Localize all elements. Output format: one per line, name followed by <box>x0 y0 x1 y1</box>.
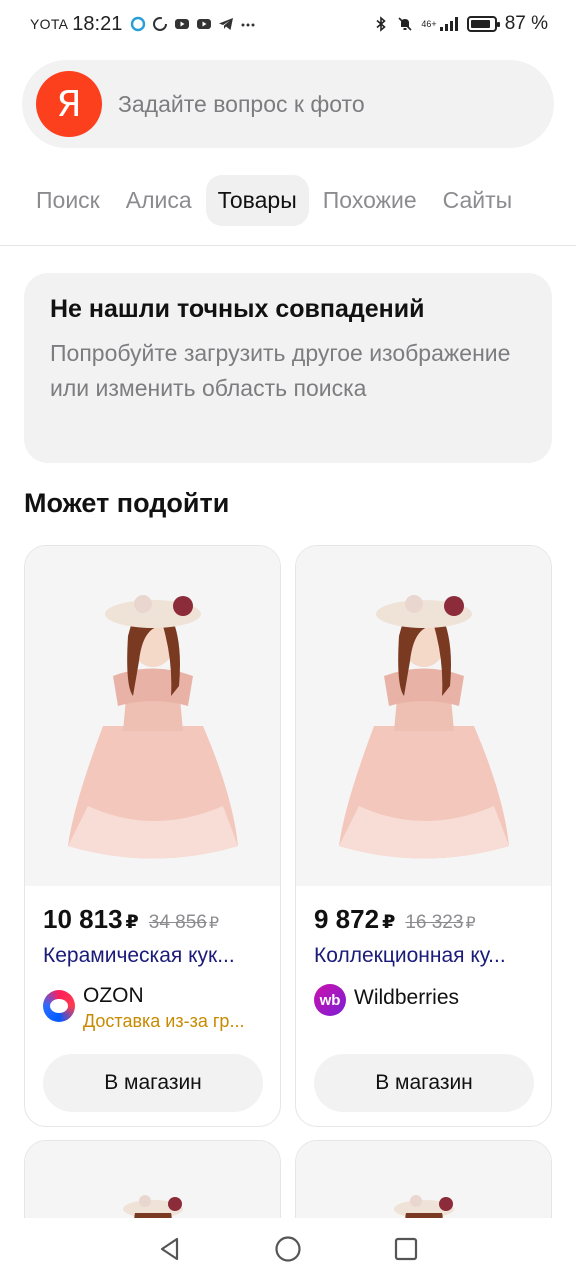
sync-icon <box>153 17 168 31</box>
tabs-divider <box>0 245 576 246</box>
network-type: 46+ <box>421 19 437 29</box>
price: 10 813 <box>43 904 123 934</box>
doll-image <box>67 595 238 859</box>
tab-alice[interactable]: Алиса <box>114 175 204 226</box>
recents-button[interactable] <box>392 1235 420 1263</box>
ozon-logo-icon <box>43 990 75 1022</box>
system-icons: 46+ 87 % <box>373 13 548 35</box>
product-title[interactable]: Керамическая кук... <box>43 944 267 968</box>
battery-icon <box>466 16 500 32</box>
to-shop-button[interactable]: В магазин <box>314 1054 534 1112</box>
product-image[interactable] <box>296 546 551 886</box>
tabs: Поиск Алиса Товары Похожие Сайты <box>0 170 576 230</box>
telegram-icon <box>219 18 234 30</box>
battery-level <box>470 20 490 28</box>
wildberries-logo-icon: wb <box>314 984 346 1016</box>
shop-info: wb Wildberries <box>314 984 546 1016</box>
notification-icons <box>130 16 256 32</box>
back-triangle-icon <box>160 1237 179 1261</box>
tab-sites[interactable]: Сайты <box>431 175 525 226</box>
doll-image <box>393 1195 454 1218</box>
battery-percent: 87 % <box>504 13 548 34</box>
home-circle-icon <box>275 1236 301 1262</box>
product-card[interactable]: 10 813 ₽ 34 856 ₽ Керамическая кук... OZ… <box>24 545 281 1127</box>
currency: ₽ <box>382 912 396 933</box>
mute-bell-icon <box>398 17 412 31</box>
product-title[interactable]: Коллекционная ку... <box>314 944 538 968</box>
youtube-icon <box>197 19 212 29</box>
section-title: Может подойти <box>24 488 230 518</box>
doll-image <box>122 1195 183 1218</box>
youtube-icon <box>175 19 190 29</box>
shop-name: Wildberries <box>354 986 460 1009</box>
currency: ₽ <box>125 912 139 933</box>
carrier-label: YOTA <box>30 16 69 32</box>
price-row: 10 813 ₽ 34 856 ₽ <box>43 904 219 935</box>
old-price: 16 323 <box>405 912 464 933</box>
results-sheet: Я Задайте вопрос к фото Поиск Алиса Това… <box>0 48 576 1218</box>
old-currency: ₽ <box>465 915 476 932</box>
home-button[interactable] <box>274 1235 302 1263</box>
price-row: 9 872 ₽ 16 323 ₽ <box>314 904 476 935</box>
delivery-info: Доставка из-за гр... <box>83 1011 245 1031</box>
search-bar[interactable]: Я Задайте вопрос к фото <box>22 60 554 148</box>
product-card[interactable] <box>24 1140 281 1218</box>
clock: 18:21 <box>72 12 123 35</box>
product-image[interactable] <box>296 1141 551 1218</box>
tab-similar[interactable]: Похожие <box>311 175 429 226</box>
to-shop-button[interactable]: В магазин <box>43 1054 263 1112</box>
price: 9 872 <box>314 904 380 934</box>
bluetooth-icon <box>376 16 387 32</box>
shop-name: OZON <box>83 984 144 1007</box>
notice-text: Попробуйте загрузить другое изображение … <box>50 340 511 401</box>
more-dots-icon <box>241 23 255 27</box>
notice-title: Не нашли точных совпадений <box>50 295 425 323</box>
alice-app-icon <box>131 16 146 32</box>
yandex-logo-icon[interactable]: Я <box>36 71 102 137</box>
old-currency: ₽ <box>208 915 220 932</box>
product-card[interactable] <box>295 1140 552 1218</box>
signal-icon <box>439 17 458 31</box>
tab-search[interactable]: Поиск <box>24 175 112 226</box>
search-input[interactable]: Задайте вопрос к фото <box>118 91 365 118</box>
system-navigation-bar <box>0 1218 576 1280</box>
product-card[interactable]: 9 872 ₽ 16 323 ₽ Коллекционная ку... wb … <box>295 545 552 1127</box>
recents-square-icon <box>394 1237 418 1261</box>
no-exact-match-notice: Не нашли точных совпадений Попробуйте за… <box>24 273 552 463</box>
product-image[interactable] <box>25 546 280 886</box>
tab-products[interactable]: Товары <box>205 174 309 226</box>
back-button[interactable] <box>156 1235 184 1263</box>
status-bar: YOTA 18:21 46+ 87 % <box>0 0 576 48</box>
old-price: 34 856 <box>148 912 207 933</box>
shop-info: OZON Доставка из-за гр... <box>43 984 275 1032</box>
product-image[interactable] <box>25 1141 280 1218</box>
doll-image <box>338 595 509 859</box>
